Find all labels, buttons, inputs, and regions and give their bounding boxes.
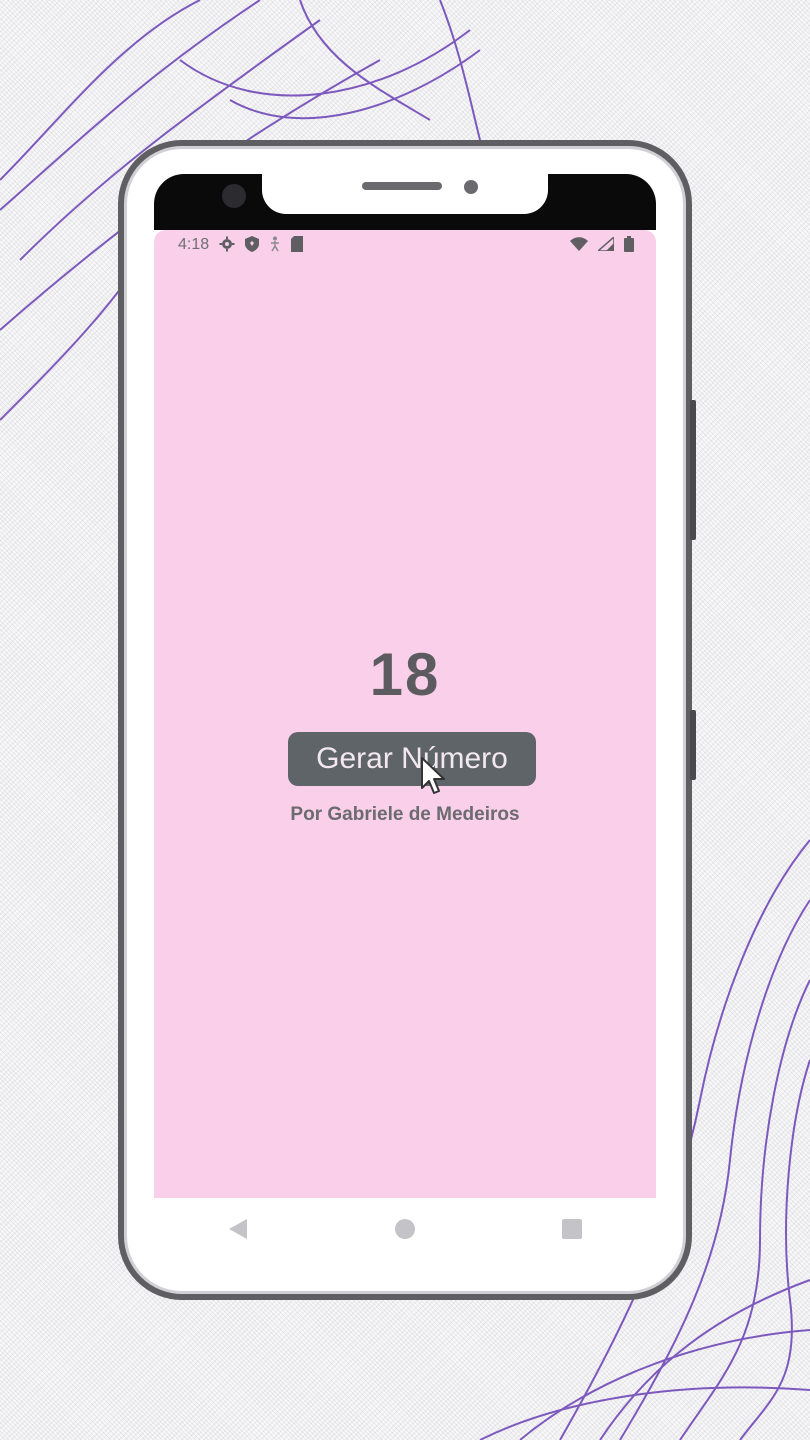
- recents-button[interactable]: [558, 1215, 586, 1243]
- phone-side-button: [690, 400, 696, 540]
- desktop-stage: 4:18 18 Gerar Número Por Gabriele de Med…: [0, 0, 810, 1440]
- status-bar: 4:18: [154, 230, 656, 260]
- gear-icon: [219, 236, 235, 255]
- phone-power-button: [690, 710, 696, 780]
- generate-number-button[interactable]: Gerar Número: [288, 732, 536, 786]
- back-button[interactable]: [224, 1215, 252, 1243]
- generate-number-button-label: Gerar Número: [316, 742, 508, 775]
- accessibility-icon: [269, 236, 281, 255]
- sim-card-icon: [291, 235, 304, 255]
- phone-notch: [262, 174, 548, 214]
- battery-icon: [624, 235, 634, 255]
- author-credit: Por Gabriele de Medeiros: [290, 804, 520, 825]
- shield-icon: [245, 235, 260, 255]
- home-icon: [394, 1219, 415, 1239]
- earpiece-speaker: [362, 182, 442, 190]
- signal-icon: [596, 234, 615, 254]
- app-screen: 4:18 18 Gerar Número Por Gabriele de Med…: [154, 230, 656, 1198]
- status-bar-left: 4:18: [178, 235, 304, 255]
- android-nav-bar: [154, 1198, 656, 1260]
- back-icon: [228, 1219, 247, 1239]
- status-time: 4:18: [178, 236, 210, 253]
- wifi-icon: [570, 236, 588, 254]
- mouse-pointer-icon: [421, 757, 445, 794]
- status-bar-right: [570, 234, 634, 255]
- camera-icon: [222, 184, 246, 208]
- front-camera-icon: [464, 180, 478, 194]
- home-button[interactable]: [391, 1215, 419, 1243]
- random-number-display: 18: [369, 641, 441, 708]
- recents-icon: [562, 1219, 583, 1239]
